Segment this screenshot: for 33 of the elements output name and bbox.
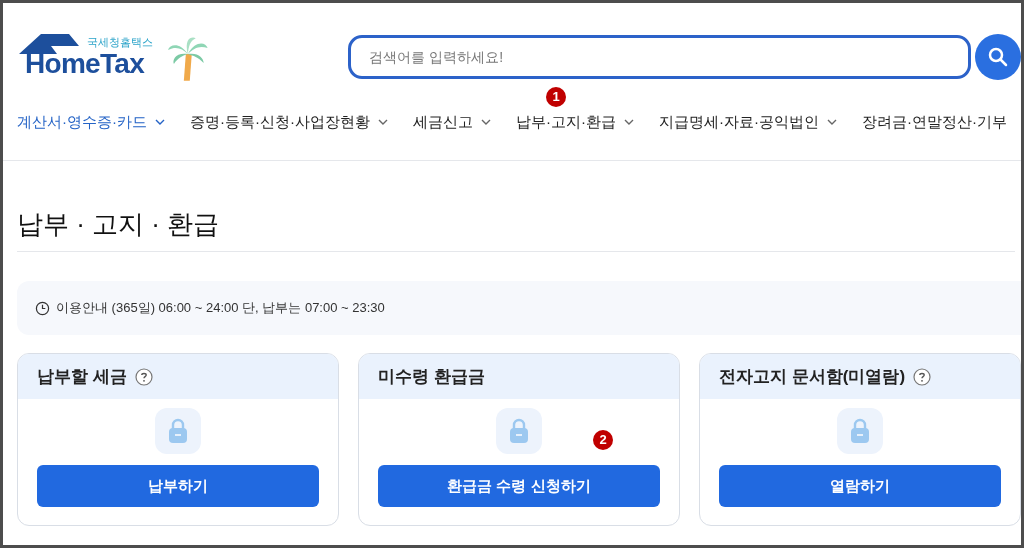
- annotation-marker: 2: [593, 430, 613, 450]
- action-button[interactable]: 열람하기: [719, 465, 1001, 507]
- card-title: 미수령 환급금: [378, 365, 485, 388]
- action-button[interactable]: 환급금 수령 신청하기: [378, 465, 660, 507]
- chevron-down-icon: [827, 119, 837, 125]
- nav-menu-item[interactable]: 세금신고: [413, 110, 491, 134]
- search-icon: [988, 47, 1008, 67]
- help-icon[interactable]: [913, 367, 932, 386]
- card-title: 납부할 세금: [37, 365, 127, 388]
- house-roof-icon: [17, 32, 81, 56]
- chevron-down-icon: [155, 119, 165, 125]
- action-button[interactable]: 납부하기: [37, 465, 319, 507]
- lock-icon: [155, 408, 201, 454]
- logo-subtitle: 국세청홈택스: [87, 35, 153, 50]
- help-icon[interactable]: [134, 367, 153, 386]
- annotation-marker: 1: [546, 86, 566, 107]
- nav-menu-item[interactable]: 증명·등록·신청·사업장현황: [190, 110, 388, 134]
- lock-icon: [837, 408, 883, 454]
- chevron-down-icon: [624, 119, 634, 125]
- card-title: 전자고지 문서함(미열람): [719, 365, 906, 388]
- search-field[interactable]: 검색어를 입력하세요!: [348, 35, 971, 79]
- clock-icon: [35, 300, 50, 316]
- nav-menu-item[interactable]: 계산서·영수증·카드: [17, 110, 165, 134]
- palm-tree-icon: [165, 36, 210, 82]
- nav-menu-item[interactable]: 장려금·연말정산·기부: [862, 110, 1007, 134]
- logo-title: HomeTax: [25, 48, 145, 80]
- chevron-down-icon: [481, 119, 491, 125]
- lock-icon: [496, 408, 542, 454]
- nav-menu-item[interactable]: 지급명세·자료·공익법인: [659, 110, 837, 134]
- notice-text: 이용안내 (365일) 06:00 ~ 24:00 단, 납부는 07:00 ~ 23:30: [56, 299, 385, 318]
- page-title: 납부 · 고지 · 환급: [17, 208, 221, 241]
- search-button[interactable]: [975, 34, 1021, 80]
- chevron-down-icon: [378, 119, 388, 125]
